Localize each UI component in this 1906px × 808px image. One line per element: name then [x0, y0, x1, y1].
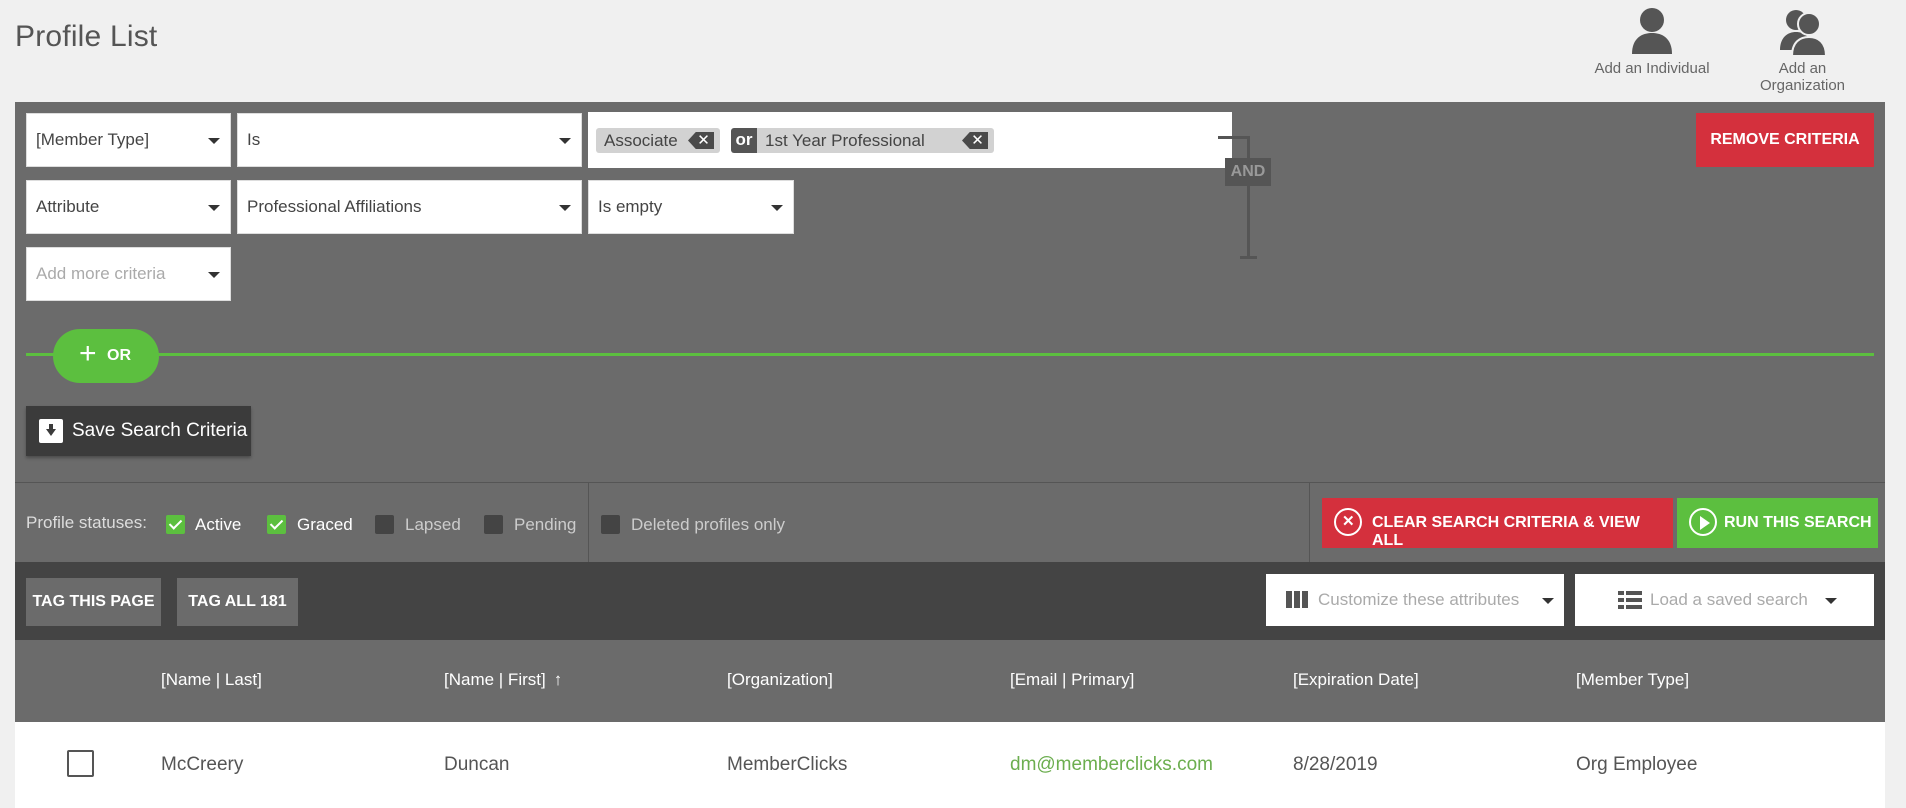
page-title: Profile List	[15, 20, 158, 53]
group-icon	[1779, 10, 1827, 57]
criteria-field-value: [Member Type]	[36, 130, 150, 149]
clear-search-label: CLEAR SEARCH CRITERIA & VIEW ALL	[1372, 514, 1640, 549]
tag-this-page-button[interactable]: TAG THIS PAGE	[26, 578, 161, 626]
customize-attributes-select[interactable]: Customize these attributes	[1266, 574, 1564, 626]
add-individual-button[interactable]: Add an Individual	[1592, 4, 1712, 77]
status-lapsed-checkbox[interactable]	[375, 515, 394, 534]
criteria-field-value: Attribute	[36, 197, 100, 216]
column-header-first-name[interactable]: [Name | First] ↑	[444, 670, 562, 690]
divider	[1309, 483, 1310, 563]
and-bracket-stem	[1247, 208, 1250, 258]
clear-search-button[interactable]: CLEAR SEARCH CRITERIA & VIEW ALL	[1322, 498, 1673, 549]
table-row[interactable]: McCreery Duncan MemberClicks dm@membercl…	[15, 722, 1885, 808]
chevron-down-icon	[208, 272, 220, 278]
cell-organization: MemberClicks	[727, 754, 848, 775]
value-tag: 1st Year Professional ✕	[757, 128, 994, 153]
customize-attributes-placeholder: Customize these attributes	[1318, 590, 1520, 609]
run-search-label: RUN THIS SEARCH	[1724, 514, 1872, 531]
list-icon	[1618, 591, 1642, 609]
status-pending-checkbox[interactable]	[484, 515, 503, 534]
or-button-label: OR	[107, 347, 131, 364]
status-pending-label: Pending	[514, 515, 577, 534]
person-icon	[1632, 8, 1672, 54]
status-lapsed-label: Lapsed	[405, 515, 461, 534]
profile-statuses-label: Profile statuses:	[26, 513, 147, 532]
cell-email-link[interactable]: dm@memberclicks.com	[1010, 754, 1213, 776]
add-individual-label: Add an Individual	[1594, 60, 1710, 77]
cell-member-type: Org Employee	[1576, 754, 1698, 775]
or-divider	[26, 353, 1874, 356]
value-tag-label: 1st Year Professional	[765, 131, 925, 150]
results-toolbar: TAG THIS PAGE TAG ALL 181 Customize thes…	[15, 562, 1885, 640]
save-archive-icon	[39, 419, 63, 443]
remove-criteria-button[interactable]: REMOVE CRITERIA	[1696, 113, 1874, 167]
cell-first-name: Duncan	[444, 754, 510, 775]
remove-tag-icon[interactable]: ✕	[962, 132, 988, 149]
chevron-down-icon	[1825, 598, 1837, 604]
chevron-down-icon	[1542, 598, 1554, 604]
criteria-operator-value: Is empty	[598, 197, 663, 216]
criteria-operator-value: Is	[247, 130, 261, 149]
chevron-down-icon	[559, 205, 571, 211]
plus-icon: +	[79, 337, 97, 370]
column-header-first-name-label: [Name | First]	[444, 670, 546, 689]
cell-expiration-date: 8/28/2019	[1293, 754, 1378, 775]
run-search-button[interactable]: RUN THIS SEARCH	[1677, 498, 1878, 548]
load-saved-search-select[interactable]: Load a saved search	[1575, 574, 1874, 626]
value-tag: Associate ✕	[596, 128, 720, 153]
close-circle-icon	[1334, 508, 1362, 536]
status-graced-label: Graced	[297, 515, 353, 534]
chevron-down-icon	[559, 138, 571, 144]
profile-status-bar: Profile statuses: Active Graced Lapsed P…	[15, 482, 1885, 563]
load-saved-search-placeholder: Load a saved search	[1650, 590, 1808, 609]
column-header-last-name[interactable]: [Name | Last]	[161, 670, 262, 690]
status-graced-checkbox[interactable]	[267, 515, 286, 534]
status-active-label: Active	[195, 515, 242, 534]
deleted-only-checkbox[interactable]	[601, 515, 620, 534]
criteria-operator-select[interactable]: Is empty	[588, 180, 794, 234]
deleted-only-label: Deleted profiles only	[631, 515, 786, 534]
criteria-values-input[interactable]: Associate ✕ or 1st Year Professional ✕	[588, 112, 1232, 168]
cell-last-name: McCreery	[161, 754, 244, 775]
sort-ascending-icon: ↑	[553, 670, 563, 689]
save-search-label: Save Search Criteria	[72, 420, 248, 441]
criteria-operator-select[interactable]: Is	[237, 113, 582, 167]
columns-icon	[1286, 591, 1308, 608]
add-more-criteria-select[interactable]: Add more criteria	[26, 247, 231, 301]
and-bracket-foot	[1240, 256, 1257, 259]
divider	[588, 483, 589, 563]
status-active-checkbox[interactable]	[166, 515, 185, 534]
tag-all-button[interactable]: TAG ALL 181	[177, 578, 298, 626]
value-tag-label: Associate	[604, 131, 678, 150]
column-header-organization[interactable]: [Organization]	[727, 670, 833, 690]
chevron-down-icon	[208, 138, 220, 144]
or-joiner: or	[731, 128, 757, 153]
chevron-down-icon	[208, 205, 220, 211]
add-organization-button[interactable]: Add an Organization	[1735, 4, 1870, 94]
row-select-checkbox[interactable]	[67, 750, 94, 777]
chevron-down-icon	[771, 205, 783, 211]
table-header: [Name | Last] [Name | First] ↑ [Organizat…	[15, 640, 1885, 722]
save-search-criteria-button[interactable]: Save Search Criteria	[26, 406, 251, 456]
add-more-criteria-placeholder: Add more criteria	[36, 264, 166, 283]
criteria-field-select[interactable]: Attribute	[26, 180, 231, 234]
attribute-value: Professional Affiliations	[247, 197, 422, 216]
criteria-field-select[interactable]: [Member Type]	[26, 113, 231, 167]
play-circle-icon	[1689, 508, 1717, 536]
column-header-expiration[interactable]: [Expiration Date]	[1293, 670, 1419, 690]
add-or-group-button[interactable]: + OR	[53, 329, 159, 383]
add-organization-label: Add an Organization	[1759, 60, 1846, 94]
column-header-email[interactable]: [Email | Primary]	[1010, 670, 1134, 690]
column-header-member-type[interactable]: [Member Type]	[1576, 670, 1689, 690]
attribute-select[interactable]: Professional Affiliations	[237, 180, 582, 234]
and-label: AND	[1225, 158, 1271, 186]
remove-tag-icon[interactable]: ✕	[688, 132, 714, 149]
